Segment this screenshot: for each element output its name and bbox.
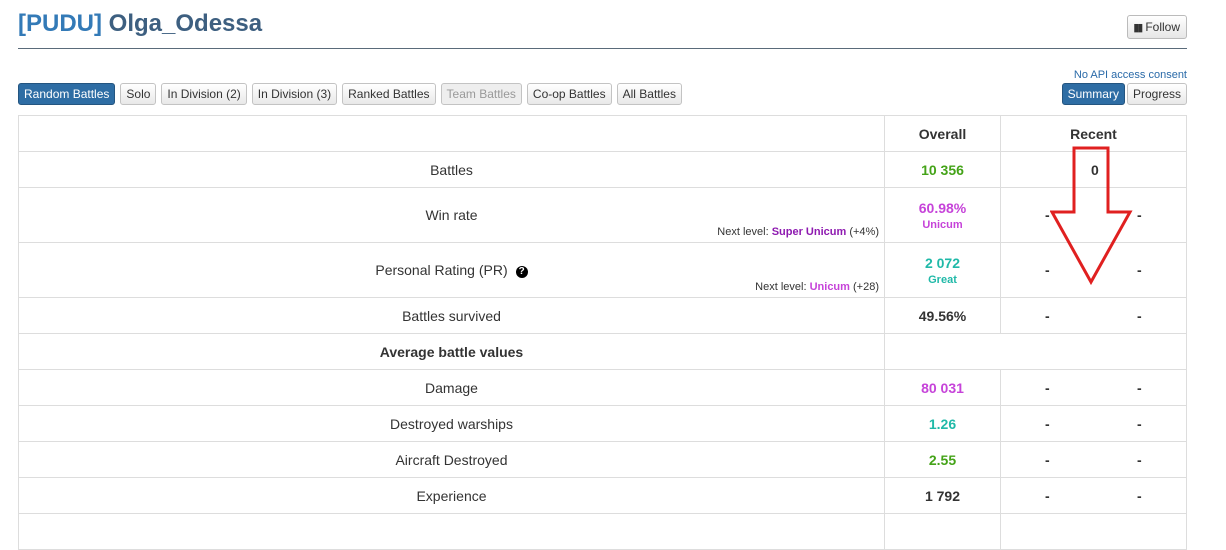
recent-cell: 0: [1000, 151, 1187, 188]
page-title: [PUDU] Olga_Odessa: [18, 10, 262, 38]
overall-value: 60.98%: [918, 199, 967, 216]
next-level-prefix: Next level:: [717, 226, 769, 238]
row-label-cell: Win rate Next level: Super Unicum (+4%): [18, 187, 885, 243]
stats-table: Overall Recent Battles 10 356 0 Win rate…: [18, 115, 1187, 550]
recent-value: -: [1045, 262, 1050, 278]
table-row: Experience 1 792 - -: [18, 477, 1187, 514]
tab-coop-battles[interactable]: Co-op Battles: [526, 83, 612, 105]
next-level-delta: (+28): [853, 281, 879, 293]
follow-label: Follow: [1145, 20, 1180, 34]
view-toggle: Summary Progress: [1061, 83, 1187, 105]
recent-cell: - -: [1000, 187, 1187, 243]
recent-value: -: [1137, 207, 1142, 223]
overall-value: [884, 513, 1001, 550]
tier-badge: Unicum: [922, 218, 963, 231]
recent-value: -: [1045, 415, 1050, 432]
overall-value: 1 792: [884, 477, 1001, 514]
row-label: Battles: [18, 151, 885, 188]
recent-value: -: [1137, 451, 1142, 468]
next-level-name: Super Unicum: [771, 226, 847, 238]
tab-ranked-battles[interactable]: Ranked Battles: [342, 83, 436, 105]
next-level-hint: Next level: Unicum (+28): [755, 281, 879, 293]
recent-cell: - -: [1000, 441, 1187, 478]
row-label: Destroyed warships: [18, 405, 885, 442]
recent-value: -: [1137, 307, 1142, 324]
column-header-recent: Recent: [1000, 115, 1187, 152]
next-level-prefix: Next level:: [755, 281, 807, 293]
column-header-overall: Overall: [884, 115, 1001, 152]
row-label: Aircraft Destroyed: [18, 441, 885, 478]
recent-cell: - -: [1000, 369, 1187, 406]
profile-header: [PUDU] Olga_Odessa ▮▮ Follow: [18, 0, 1187, 49]
table-row: Battles survived 49.56% - -: [18, 297, 1187, 334]
recent-value: -: [1137, 379, 1142, 396]
tab-division-3[interactable]: In Division (3): [251, 83, 338, 105]
overall-value: 2 072: [924, 254, 961, 271]
overall-value: 10 356: [884, 151, 1001, 188]
tab-all-battles[interactable]: All Battles: [616, 83, 682, 105]
row-label: Personal Rating (PR): [375, 262, 508, 278]
row-label-cell: Personal Rating (PR)? Next level: Unicum…: [18, 242, 885, 298]
table-row: Destroyed warships 1.26 - -: [18, 405, 1187, 442]
next-level-delta: (+4%): [849, 226, 879, 238]
recent-value: -: [1045, 207, 1050, 223]
player-name: Olga_Odessa: [108, 10, 263, 37]
table-row: [18, 513, 1187, 550]
tab-division-2[interactable]: In Division (2): [161, 83, 247, 105]
overall-cell: 2 072 Great: [884, 242, 1001, 298]
section-heading: Average battle values: [18, 333, 885, 370]
overall-cell: 60.98% Unicum: [884, 187, 1001, 243]
question-circle-icon[interactable]: ?: [515, 266, 528, 278]
tab-solo[interactable]: Solo: [120, 83, 157, 105]
api-consent-link[interactable]: No API access consent: [1074, 69, 1187, 81]
recent-value: -: [1137, 262, 1142, 278]
next-level-hint: Next level: Super Unicum (+4%): [717, 226, 879, 238]
recent-value: -: [1045, 487, 1050, 504]
section-row: Average battle values: [18, 333, 1187, 370]
table-row: Aircraft Destroyed 2.55 - -: [18, 441, 1187, 478]
binoculars-icon: ▮▮: [1133, 21, 1143, 34]
clan-tag-link[interactable]: [PUDU]: [18, 10, 102, 37]
progress-button[interactable]: Progress: [1126, 83, 1187, 105]
row-label: Damage: [18, 369, 885, 406]
tier-badge: Great: [928, 273, 957, 286]
summary-button[interactable]: Summary: [1061, 83, 1125, 105]
recent-cell: [1000, 513, 1187, 550]
recent-value: -: [1137, 487, 1142, 504]
row-label: [18, 513, 885, 550]
overall-value: 2.55: [884, 441, 1001, 478]
overall-value: 80 031: [884, 369, 1001, 406]
recent-cell: - -: [1000, 297, 1187, 334]
recent-cell: - -: [1000, 242, 1187, 298]
row-label: Win rate: [425, 207, 478, 223]
next-level-name: Unicum: [809, 281, 850, 293]
header-empty-cell: [18, 115, 885, 152]
table-row: Win rate Next level: Super Unicum (+4%) …: [18, 187, 1187, 243]
recent-value: -: [1137, 415, 1142, 432]
recent-value: 0: [1091, 161, 1099, 178]
row-label: Experience: [18, 477, 885, 514]
battle-type-tabs: Random Battles Solo In Division (2) In D…: [18, 83, 682, 105]
table-header-row: Overall Recent: [18, 115, 1187, 152]
table-row: Damage 80 031 - -: [18, 369, 1187, 406]
section-empty-cell: [884, 333, 1187, 370]
overall-value: 1.26: [884, 405, 1001, 442]
overall-value: 49.56%: [884, 297, 1001, 334]
follow-button[interactable]: ▮▮ Follow: [1127, 15, 1187, 39]
table-row: Battles 10 356 0: [18, 151, 1187, 188]
row-label: Battles survived: [18, 297, 885, 334]
recent-cell: - -: [1000, 477, 1187, 514]
recent-value: -: [1045, 379, 1050, 396]
tab-random-battles[interactable]: Random Battles: [18, 83, 116, 105]
tab-team-battles: Team Battles: [440, 83, 522, 105]
table-row: Personal Rating (PR)? Next level: Unicum…: [18, 242, 1187, 298]
recent-value: -: [1045, 451, 1050, 468]
recent-value: -: [1045, 307, 1050, 324]
recent-cell: - -: [1000, 405, 1187, 442]
